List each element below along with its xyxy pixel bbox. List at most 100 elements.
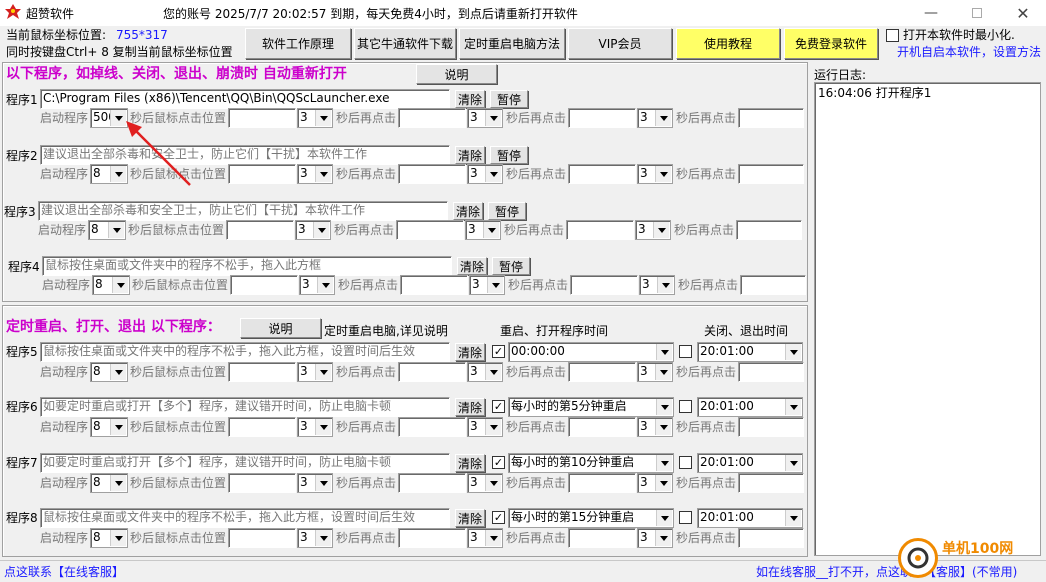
repeat-2-select[interactable]: 3 <box>467 164 503 184</box>
dropdown-arrow-icon[interactable] <box>112 277 128 293</box>
program-path-input[interactable]: 鼠标按住桌面或文件夹中的程序不松手，拖入此方框，设置时间后生效 <box>40 508 450 528</box>
restart-enable-checkbox[interactable]: ✓ <box>492 400 505 413</box>
close-time-select[interactable]: 20:01:00 <box>697 453 803 473</box>
program-path-input[interactable]: 鼠标按住桌面或文件夹中的程序不松手，拖入此方框，设置时间后生效 <box>40 342 450 362</box>
click-position-input[interactable] <box>228 473 296 493</box>
click-again-input-3[interactable] <box>738 108 804 128</box>
dropdown-arrow-icon[interactable] <box>785 510 801 526</box>
repeat-1-select[interactable]: 3 <box>297 108 333 128</box>
restart-enable-checkbox[interactable]: ✓ <box>492 456 505 469</box>
dropdown-arrow-icon[interactable] <box>785 399 801 415</box>
dropdown-arrow-icon[interactable] <box>317 277 333 293</box>
minimize-window-button[interactable]: — <box>908 0 954 26</box>
dropdown-arrow-icon[interactable] <box>315 475 331 491</box>
click-position-input[interactable] <box>226 220 294 240</box>
tutorial-button[interactable]: 使用教程 <box>676 28 780 59</box>
restart-time-select[interactable]: 00:00:00 <box>508 342 674 362</box>
clear-button[interactable]: 清除 <box>457 257 487 275</box>
clear-button[interactable]: 清除 <box>455 343 485 361</box>
click-again-input-3[interactable] <box>738 473 804 493</box>
dropdown-arrow-icon[interactable] <box>785 455 801 471</box>
clear-button[interactable]: 清除 <box>453 202 483 220</box>
repeat-2-select[interactable]: 3 <box>467 473 503 493</box>
autostart-link[interactable]: 开机自启本软件，设置方法 <box>897 45 1041 59</box>
dropdown-arrow-icon[interactable] <box>653 222 669 238</box>
click-again-input-1[interactable] <box>398 362 466 382</box>
dropdown-arrow-icon[interactable] <box>785 344 801 360</box>
click-position-input[interactable] <box>228 164 296 184</box>
repeat-3-select[interactable]: 3 <box>637 164 673 184</box>
click-again-input-1[interactable] <box>398 473 466 493</box>
repeat-1-select[interactable]: 3 <box>297 362 333 382</box>
restart-enable-checkbox[interactable]: ✓ <box>492 511 505 524</box>
clear-button[interactable]: 清除 <box>455 398 485 416</box>
repeat-3-select[interactable]: 3 <box>637 417 673 437</box>
click-position-input[interactable] <box>228 108 296 128</box>
click-again-input-2[interactable] <box>568 473 636 493</box>
click-again-input-1[interactable] <box>398 164 466 184</box>
timed-restart-button[interactable]: 定时重启电脑方法 <box>459 28 565 59</box>
dropdown-arrow-icon[interactable] <box>485 166 501 182</box>
repeat-2-select[interactable]: 3 <box>465 220 501 240</box>
click-again-input-3[interactable] <box>738 417 804 437</box>
click-position-input[interactable] <box>228 362 296 382</box>
click-again-input-1[interactable] <box>400 275 468 295</box>
restart-time-select[interactable]: 每小时的第5分钟重启 <box>508 397 674 417</box>
online-service-link[interactable]: 点这联系【在线客服】 <box>4 565 124 579</box>
repeat-3-select[interactable]: 3 <box>635 220 671 240</box>
program-path-input[interactable]: 如要定时重启或打开【多个】程序，建议错开时间，防止电脑卡顿 <box>40 397 450 417</box>
dropdown-arrow-icon[interactable] <box>110 475 126 491</box>
dropdown-arrow-icon[interactable] <box>485 530 501 546</box>
dropdown-arrow-icon[interactable] <box>656 344 672 360</box>
dropdown-arrow-icon[interactable] <box>315 364 331 380</box>
close-time-select[interactable]: 20:01:00 <box>697 342 803 362</box>
close-enable-checkbox[interactable] <box>679 511 692 524</box>
pause-button[interactable]: 暂停 <box>490 146 528 164</box>
dropdown-arrow-icon[interactable] <box>483 222 499 238</box>
click-again-input-2[interactable] <box>568 528 636 548</box>
principle-button[interactable]: 软件工作原理 <box>245 28 351 59</box>
click-again-input-3[interactable] <box>738 362 804 382</box>
repeat-2-select[interactable]: 3 <box>467 108 503 128</box>
click-again-input-2[interactable] <box>568 417 636 437</box>
click-again-input-1[interactable] <box>398 528 466 548</box>
minimize-on-start-checkbox[interactable] <box>886 29 899 42</box>
dropdown-arrow-icon[interactable] <box>315 110 331 126</box>
dropdown-arrow-icon[interactable] <box>315 419 331 435</box>
repeat-2-select[interactable]: 3 <box>469 275 505 295</box>
repeat-3-select[interactable]: 3 <box>637 108 673 128</box>
repeat-3-select[interactable]: 3 <box>637 362 673 382</box>
click-again-input-2[interactable] <box>568 164 636 184</box>
close-time-select[interactable]: 20:01:00 <box>697 397 803 417</box>
dropdown-arrow-icon[interactable] <box>655 364 671 380</box>
start-delay-select[interactable]: 8 <box>90 417 128 437</box>
dropdown-arrow-icon[interactable] <box>485 364 501 380</box>
repeat-2-select[interactable]: 3 <box>467 417 503 437</box>
restart-time-select[interactable]: 每小时的第15分钟重启 <box>508 508 674 528</box>
pause-button[interactable]: 暂停 <box>492 257 530 275</box>
dropdown-arrow-icon[interactable] <box>656 455 672 471</box>
repeat-2-select[interactable]: 3 <box>467 362 503 382</box>
dropdown-arrow-icon[interactable] <box>110 419 126 435</box>
click-again-input-1[interactable] <box>398 417 466 437</box>
dropdown-arrow-icon[interactable] <box>485 110 501 126</box>
dropdown-arrow-icon[interactable] <box>655 475 671 491</box>
program-path-input[interactable]: 建议退出全部杀毒和安全卫士，防止它们【干扰】本软件工作 <box>40 145 450 165</box>
start-delay-select[interactable]: 8 <box>90 473 128 493</box>
dropdown-arrow-icon[interactable] <box>657 277 673 293</box>
dropdown-arrow-icon[interactable] <box>315 530 331 546</box>
dropdown-arrow-icon[interactable] <box>656 510 672 526</box>
section2-explain-button[interactable]: 说明 <box>240 318 321 338</box>
section1-explain-button[interactable]: 说明 <box>416 64 497 84</box>
close-window-button[interactable]: ✕ <box>1000 0 1046 26</box>
repeat-3-select[interactable]: 3 <box>639 275 675 295</box>
repeat-3-select[interactable]: 3 <box>637 473 673 493</box>
start-delay-select[interactable]: 8 <box>92 275 130 295</box>
maximize-window-button[interactable] <box>954 0 1000 26</box>
dropdown-arrow-icon[interactable] <box>487 277 503 293</box>
close-enable-checkbox[interactable] <box>679 400 692 413</box>
click-again-input-2[interactable] <box>568 108 636 128</box>
click-position-input[interactable] <box>228 528 296 548</box>
dropdown-arrow-icon[interactable] <box>315 166 331 182</box>
program-path-input[interactable]: C:\Program Files (x86)\Tencent\QQ\Bin\QQ… <box>40 89 450 109</box>
